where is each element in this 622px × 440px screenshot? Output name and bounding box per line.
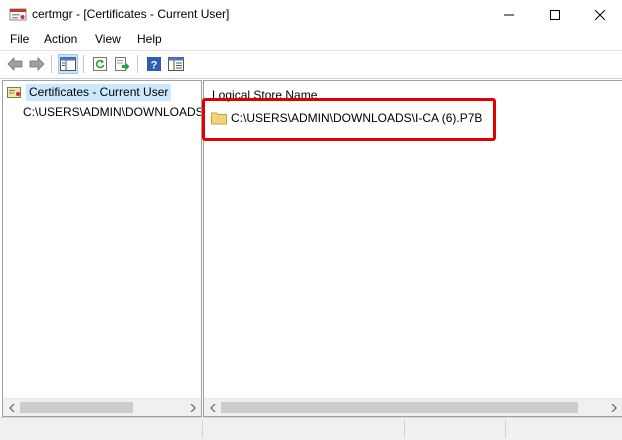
scroll-right-icon [611, 403, 617, 412]
help-icon: ? [147, 57, 161, 72]
certificates-icon [7, 87, 21, 98]
console-tree-pane[interactable]: Certificates - Current User C:\USERS\ADM… [2, 80, 202, 417]
forward-arrow-icon [29, 57, 45, 71]
status-cell [404, 420, 506, 438]
scroll-left-button[interactable] [204, 399, 221, 416]
scroll-left-button[interactable] [3, 399, 20, 416]
tree-root-certificates[interactable]: Certificates - Current User [4, 83, 172, 101]
scroll-left-icon [8, 403, 14, 412]
status-bar [0, 417, 622, 440]
toolbar-separator [137, 55, 138, 73]
menu-view[interactable]: View [95, 32, 121, 46]
maximize-icon [550, 9, 560, 20]
scrollbar-thumb[interactable] [221, 402, 578, 413]
properties-icon [168, 57, 184, 71]
export-list-button[interactable] [112, 54, 132, 74]
tree-root-label[interactable]: Certificates - Current User [26, 83, 172, 101]
maximize-button[interactable] [532, 0, 578, 29]
scrollbar-thumb[interactable] [20, 402, 133, 413]
minimize-icon [504, 14, 514, 15]
menu-file[interactable]: File [10, 32, 29, 46]
right-horizontal-scrollbar[interactable] [204, 398, 622, 416]
scroll-right-button[interactable] [184, 399, 201, 416]
back-button[interactable] [5, 54, 25, 74]
properties-button[interactable] [166, 54, 186, 74]
close-icon [595, 9, 605, 20]
menu-bar: File Action View Help [0, 29, 622, 51]
certmgr-icon [9, 8, 27, 21]
highlight-annotation-box [202, 98, 496, 141]
toolbar-separator [83, 55, 84, 73]
title-bar: certmgr - [Certificates - Current User] [0, 0, 622, 29]
back-arrow-icon [7, 57, 23, 71]
tree-item-p7b[interactable]: C:\USERS\ADMIN\DOWNLOADS\I-CA (6).P7B [10, 103, 201, 121]
minimize-button[interactable] [486, 0, 532, 29]
show-hide-tree-button[interactable] [58, 54, 78, 74]
left-horizontal-scrollbar[interactable] [3, 398, 201, 416]
tree-item-label[interactable]: C:\USERS\ADMIN\DOWNLOADS\I-CA (6).P7B [23, 105, 201, 119]
show-hide-console-tree-icon [60, 57, 76, 71]
refresh-button[interactable] [90, 54, 110, 74]
toolbar: ? [0, 51, 622, 79]
refresh-icon [93, 57, 107, 71]
toolbar-separator [51, 55, 52, 73]
menu-help[interactable]: Help [137, 32, 162, 46]
menu-action[interactable]: Action [44, 32, 77, 46]
window-title: certmgr - [Certificates - Current User] [32, 7, 230, 21]
scroll-left-icon [209, 403, 215, 412]
scroll-right-icon [190, 403, 196, 412]
help-button[interactable]: ? [144, 54, 164, 74]
scroll-right-button[interactable] [605, 399, 622, 416]
forward-button[interactable] [27, 54, 47, 74]
status-cell [202, 420, 405, 438]
export-list-icon [115, 57, 130, 71]
svg-text:?: ? [151, 60, 158, 72]
close-button[interactable] [577, 0, 622, 29]
